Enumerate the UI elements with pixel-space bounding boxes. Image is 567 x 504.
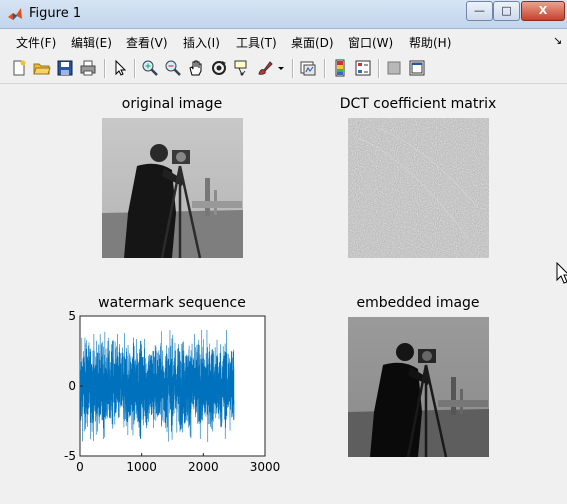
toolbar-separator [378, 59, 380, 78]
window-title: Figure 1 [29, 6, 82, 21]
toolbar-separator [292, 59, 294, 78]
toolbar-separator [134, 59, 136, 78]
menu-edit[interactable]: 编辑(E) [71, 34, 112, 51]
x-tick-label: 1000 [126, 460, 157, 474]
toolbar-separator [104, 59, 106, 78]
menu-view[interactable]: 查看(V) [126, 34, 168, 51]
link-plot-icon[interactable] [299, 59, 317, 77]
y-tick-label: -5 [64, 449, 76, 463]
print-icon[interactable] [79, 59, 97, 77]
open-file-icon[interactable] [33, 59, 51, 77]
zoom-in-icon[interactable] [141, 59, 159, 77]
cameraman-photo [102, 118, 243, 258]
y-tick-label: 0 [68, 379, 76, 393]
y-tick-label: 5 [68, 309, 76, 323]
original-image-title: original image [121, 96, 223, 112]
dct-noise-image [348, 118, 489, 258]
colorbar-icon[interactable] [331, 59, 349, 77]
x-tick-label: 0 [76, 460, 84, 474]
menu-desktop[interactable]: 桌面(D) [291, 34, 334, 51]
title-bar: Figure 1 — □ X [0, 0, 567, 29]
menu-file[interactable]: 文件(F) [16, 34, 56, 51]
embedded-cameraman-photo [348, 317, 489, 457]
figure-toolbar [0, 54, 567, 84]
legend-icon[interactable] [354, 59, 372, 77]
menu-bar: 文件(F) 编辑(E) 查看(V) 插入(I) 工具(T) 桌面(D) 窗口(W… [0, 29, 567, 53]
pointer-icon[interactable] [111, 59, 129, 77]
save-icon[interactable] [56, 59, 74, 77]
original-image [102, 118, 243, 258]
maximize-button[interactable]: □ [493, 1, 520, 21]
pan-icon[interactable] [187, 59, 205, 77]
dct-matrix-title: DCT coefficient matrix [339, 96, 497, 112]
matlab-logo-icon [8, 8, 22, 20]
dropdown-icon[interactable] [276, 59, 286, 77]
x-tick-label: 3000 [250, 460, 281, 474]
brush-icon[interactable] [256, 59, 274, 77]
menubar-overflow-icon[interactable]: ↘ [553, 34, 562, 47]
rotate-3d-icon[interactable] [210, 59, 228, 77]
watermark-sequence-chart: 0 1000 2000 300050-5 [64, 309, 281, 474]
mouse-cursor-icon [556, 262, 567, 284]
menu-help[interactable]: 帮助(H) [409, 34, 451, 51]
dct-coefficient-image [348, 118, 489, 258]
new-figure-icon[interactable] [10, 59, 28, 77]
embedded-image-title: embedded image [356, 295, 480, 311]
x-tick-label: 2000 [188, 460, 219, 474]
show-plot-tools-icon[interactable] [408, 59, 426, 77]
close-button[interactable]: X [521, 1, 565, 21]
menu-tools[interactable]: 工具(T) [236, 34, 277, 51]
hide-plot-tools-icon[interactable] [385, 59, 403, 77]
menu-insert[interactable]: 插入(I) [183, 34, 220, 51]
toolbar-separator [324, 59, 326, 78]
zoom-out-icon[interactable] [164, 59, 182, 77]
menu-window[interactable]: 窗口(W) [348, 34, 393, 51]
data-cursor-icon[interactable] [233, 59, 251, 77]
embedded-image [348, 317, 489, 457]
minimize-button[interactable]: — [466, 1, 493, 21]
